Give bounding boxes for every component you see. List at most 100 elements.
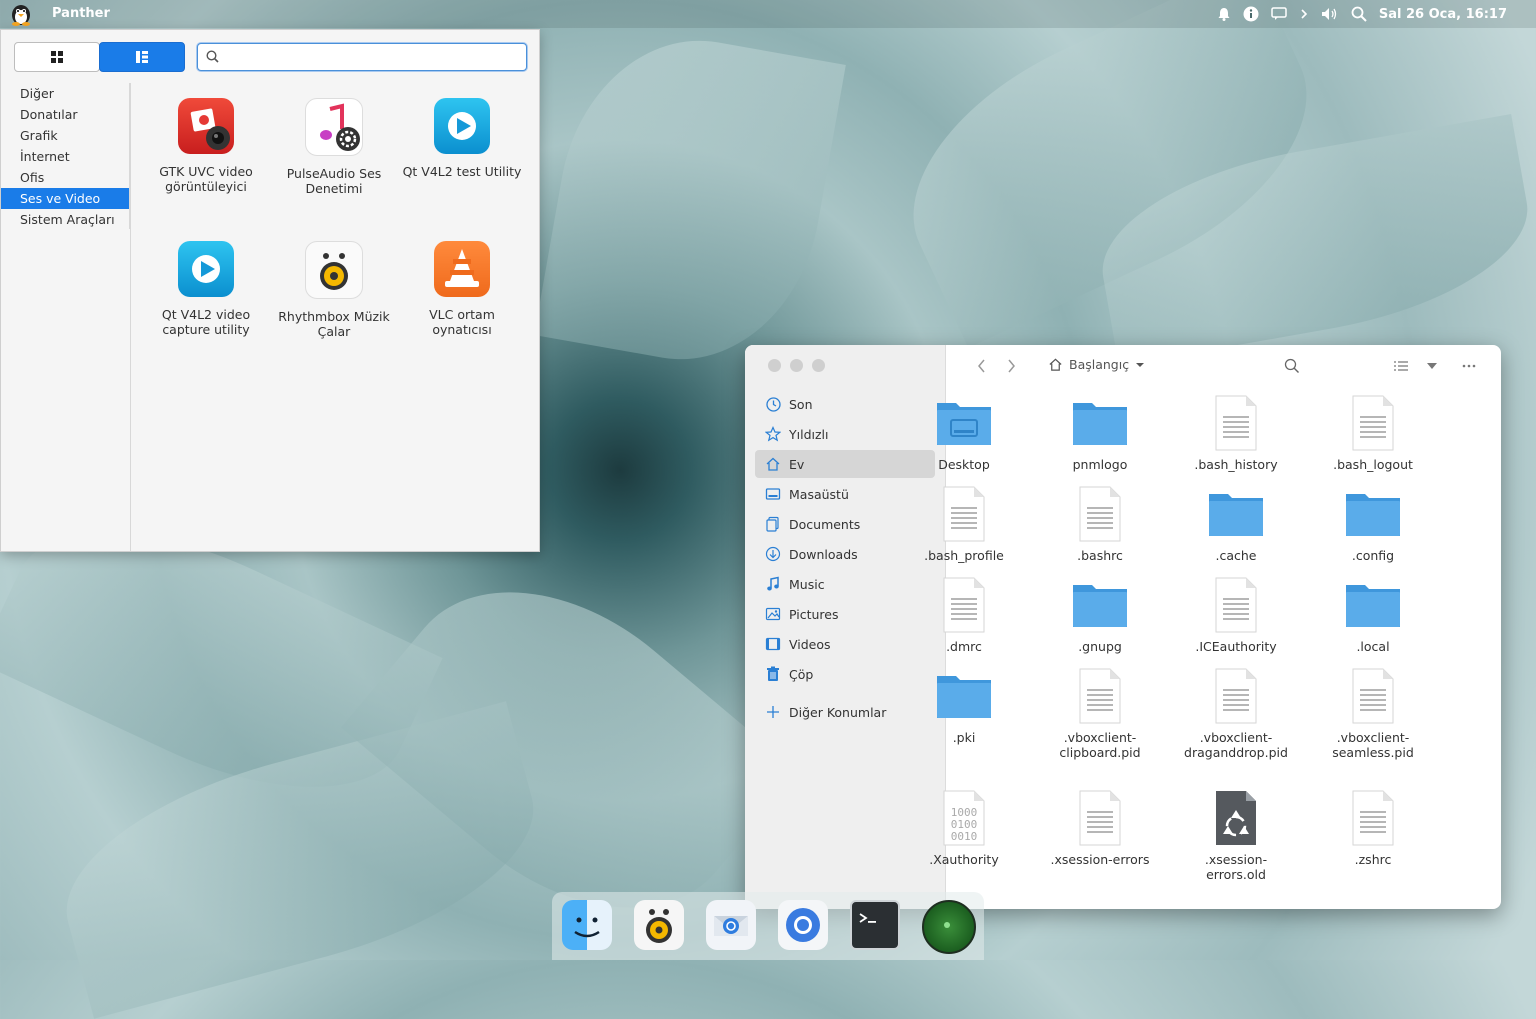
forward-icon[interactable] [1005,358,1017,374]
category-view-button[interactable] [99,42,185,72]
file-manager-window: Son Yıldızlı Ev Masaüstü Documents Downl… [745,345,1501,909]
file-name: .Xauthority [929,852,999,867]
category-item[interactable]: Ofis [1,167,129,188]
speaker-icon [305,241,363,299]
finder-icon[interactable] [562,900,612,950]
file-item[interactable]: .vboxclient-clipboard.pid [1041,666,1159,760]
category-item-selected[interactable]: Ses ve Video [1,188,129,209]
app-launcher[interactable]: VLC ortam oynatıcısı [399,241,525,337]
folder-item[interactable]: .cache [1177,484,1295,563]
app-label: Rhythmbox Müzik Çalar [278,309,390,339]
search-icon[interactable] [1351,6,1367,22]
list-view-icon[interactable] [1394,361,1408,371]
grid-view-button[interactable] [14,42,100,72]
info-icon[interactable] [1243,6,1259,22]
category-item[interactable]: Grafik [1,125,129,146]
folder-icon [1070,575,1130,635]
file-item[interactable]: .zshrc [1314,788,1432,867]
file-item[interactable]: .vboxclient-seamless.pid [1314,666,1432,760]
radar-icon[interactable] [922,900,976,954]
music-icon [765,576,781,592]
search-icon[interactable] [1284,358,1300,374]
text-file-icon [934,484,994,544]
chevron-right-icon[interactable] [1299,8,1309,20]
folder-item[interactable]: .pki [905,666,1023,745]
app-launcher[interactable]: Qt V4L2 video capture utility [143,241,269,337]
file-name: .cache [1215,548,1257,563]
file-name: .config [1351,548,1395,563]
file-item[interactable]: 1000 0100 0010 .Xauthority [905,788,1023,867]
top-panel: Panther Sal 26 Oca, 16:17 [0,0,1536,28]
browser-icon[interactable] [778,900,828,950]
file-name: pnmlogo [1072,457,1128,472]
file-name: .pki [952,730,976,745]
file-name: .bash_history [1194,457,1278,472]
category-list-icon [136,51,148,63]
place-label: Pictures [789,606,839,622]
file-item[interactable]: .bashrc [1041,484,1159,563]
file-item[interactable]: .bash_history [1177,393,1295,472]
text-file-icon [1070,484,1130,544]
penguin-logo-icon[interactable] [8,2,34,26]
file-name: .ICEauthority [1195,639,1277,654]
app-launcher[interactable]: Rhythmbox Müzik Çalar [271,241,397,339]
folder-item[interactable]: pnmlogo [1041,393,1159,472]
view-options-dropdown-icon[interactable] [1427,363,1437,370]
place-label: Masaüstü [789,486,849,502]
download-icon [765,546,781,562]
bell-icon[interactable] [1217,7,1231,21]
folder-item[interactable]: .local [1314,575,1432,654]
more-options-icon[interactable] [1462,364,1476,368]
minimize-window-button[interactable] [790,359,803,372]
file-item[interactable]: .bash_logout [1314,393,1432,472]
place-label: Videos [789,636,831,652]
text-file-icon [1343,788,1403,848]
location-breadcrumb[interactable]: Başlangıç [1048,357,1145,372]
file-item[interactable]: .vboxclient-draganddrop.pid [1177,666,1295,760]
file-item[interactable]: .xsession-errors.old [1177,788,1295,882]
menu-search-input[interactable] [224,47,518,67]
category-item[interactable]: Diğer [1,83,129,104]
home-icon [765,456,781,472]
category-item[interactable]: Sistem Araçları [1,209,129,230]
category-list: Diğer Donatılar Grafik İnternet Ofis Ses… [1,83,130,229]
mail-icon[interactable] [706,900,756,950]
place-label: Çöp [789,666,814,682]
file-name: .vboxclient-clipboard.pid [1059,730,1141,760]
file-item[interactable]: .dmrc [905,575,1023,654]
folder-icon [934,666,994,726]
folder-item[interactable]: Desktop [905,393,1023,472]
app-launcher[interactable]: PulseAudio Ses Denetimi [271,98,397,196]
place-label: Diğer Konumlar [789,704,887,720]
file-item[interactable]: .ICEauthority [1177,575,1295,654]
file-name: Desktop [938,457,990,472]
folder-item[interactable]: .config [1314,484,1432,563]
menu-search-box[interactable] [197,43,527,71]
category-item[interactable]: İnternet [1,146,129,167]
file-name: .zshrc [1354,852,1392,867]
folder-item[interactable]: .gnupg [1041,575,1159,654]
music-settings-icon [305,98,363,156]
clock-icon [765,396,781,412]
close-window-button[interactable] [768,359,781,372]
place-label: Yıldızlı [789,426,829,442]
app-launcher[interactable]: GTK UVC video görüntüleyici [143,98,269,194]
rhythmbox-icon[interactable] [634,900,684,950]
maximize-window-button[interactable] [812,359,825,372]
grid-icon [51,51,63,63]
clock[interactable]: Sal 26 Oca, 16:17 [1379,7,1507,22]
volume-icon[interactable] [1321,7,1339,21]
message-icon[interactable] [1271,7,1287,21]
file-item[interactable]: .bash_profile [905,484,1023,563]
active-app-name[interactable]: Panther [52,6,110,21]
text-file-icon [934,575,994,635]
file-name: .bash_logout [1333,457,1413,472]
vlc-cone-icon [434,241,490,297]
back-icon[interactable] [976,358,988,374]
location-label: Başlangıç [1069,357,1130,372]
file-item[interactable]: .xsession-errors [1041,788,1159,867]
app-label: PulseAudio Ses Denetimi [286,166,382,196]
app-launcher[interactable]: Qt V4L2 test Utility [399,98,525,179]
category-item[interactable]: Donatılar [1,104,129,125]
terminal-icon[interactable] [850,900,900,950]
